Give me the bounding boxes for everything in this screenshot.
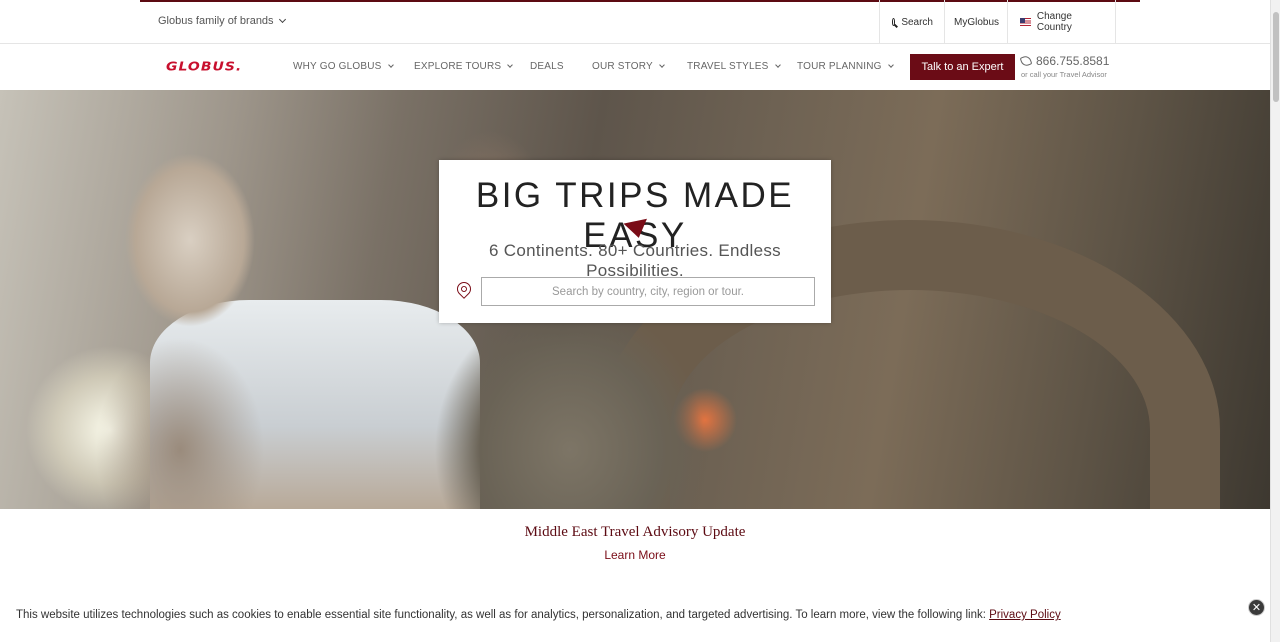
- us-flag-icon: [1020, 18, 1031, 26]
- nav-item-label: DEALS: [530, 61, 564, 72]
- nav-item-label: TRAVEL STYLES: [687, 61, 769, 72]
- globus-logo[interactable]: GLOBUS.: [166, 60, 242, 74]
- chevron-down-icon: [887, 62, 894, 68]
- myglobus-link[interactable]: MyGlobus: [944, 0, 1008, 44]
- main-nav: GLOBUS. WHY GO GLOBUS EXPLORE TOURS DEAL…: [0, 45, 1270, 90]
- privacy-policy-link[interactable]: Privacy Policy: [989, 609, 1061, 621]
- close-icon[interactable]: ✕: [1248, 599, 1265, 616]
- phone-subtext: or call your Travel Advisor: [1021, 70, 1107, 79]
- search-icon: [892, 18, 896, 26]
- cookie-banner: This website utilizes technologies such …: [16, 609, 1061, 621]
- phone-number: 866.755.8581: [1036, 54, 1110, 68]
- cookie-text: This website utilizes technologies such …: [16, 609, 990, 621]
- hero-subtitle: 6 Continents. 80+ Countries. Endless Pos…: [489, 241, 781, 280]
- brands-label: Globus family of brands: [158, 15, 274, 27]
- top-utility-bar: Globus family of brands Search MyGlobus …: [0, 0, 1270, 44]
- location-pin-icon: [454, 279, 474, 299]
- chevron-down-icon: [774, 62, 781, 68]
- advisory-learn-more-link[interactable]: Learn More: [0, 548, 1270, 562]
- search-link[interactable]: Search: [879, 0, 945, 44]
- change-country-link[interactable]: Change Country: [1007, 0, 1116, 44]
- nav-item-label: TOUR PLANNING: [797, 61, 882, 72]
- hero-woman: [60, 130, 300, 509]
- nav-item-label: OUR STORY: [592, 61, 653, 72]
- nav-our-story[interactable]: OUR STORY: [592, 61, 665, 72]
- brands-dropdown[interactable]: Globus family of brands: [158, 15, 286, 27]
- chevron-down-icon: [278, 15, 286, 24]
- nav-travel-styles[interactable]: TRAVEL STYLES: [687, 61, 781, 72]
- phone-contact[interactable]: 866.755.8581 or call your Travel Advisor: [1019, 54, 1110, 79]
- chevron-down-icon: [507, 62, 514, 68]
- nav-tour-planning[interactable]: TOUR PLANNING: [797, 61, 894, 72]
- nav-deals[interactable]: DEALS: [530, 61, 564, 72]
- talk-to-expert-button[interactable]: Talk to an Expert: [910, 54, 1015, 80]
- nav-item-label: WHY GO GLOBUS: [293, 61, 382, 72]
- search-label: Search: [901, 16, 933, 28]
- change-country-label: Change Country: [1036, 11, 1072, 33]
- chevron-down-icon: [659, 62, 665, 68]
- nav-item-label: EXPLORE TOURS: [414, 61, 502, 72]
- page-scrollbar[interactable]: [1270, 0, 1280, 642]
- phone-icon: [1019, 54, 1033, 68]
- nav-explore-tours[interactable]: EXPLORE TOURS: [414, 61, 514, 72]
- nav-why-go-globus[interactable]: WHY GO GLOBUS: [293, 61, 394, 72]
- hero-search-card: BIG TRIPS MADE EASY 6 Continents. 80+ Co…: [439, 160, 831, 323]
- myglobus-label: MyGlobus: [954, 16, 1000, 28]
- scrollbar-thumb[interactable]: [1273, 12, 1279, 102]
- phone-number-row: 866.755.8581: [1019, 54, 1110, 68]
- advisory-title: Middle East Travel Advisory Update: [524, 524, 746, 540]
- chevron-down-icon: [387, 62, 394, 68]
- destination-search-input[interactable]: [481, 277, 815, 306]
